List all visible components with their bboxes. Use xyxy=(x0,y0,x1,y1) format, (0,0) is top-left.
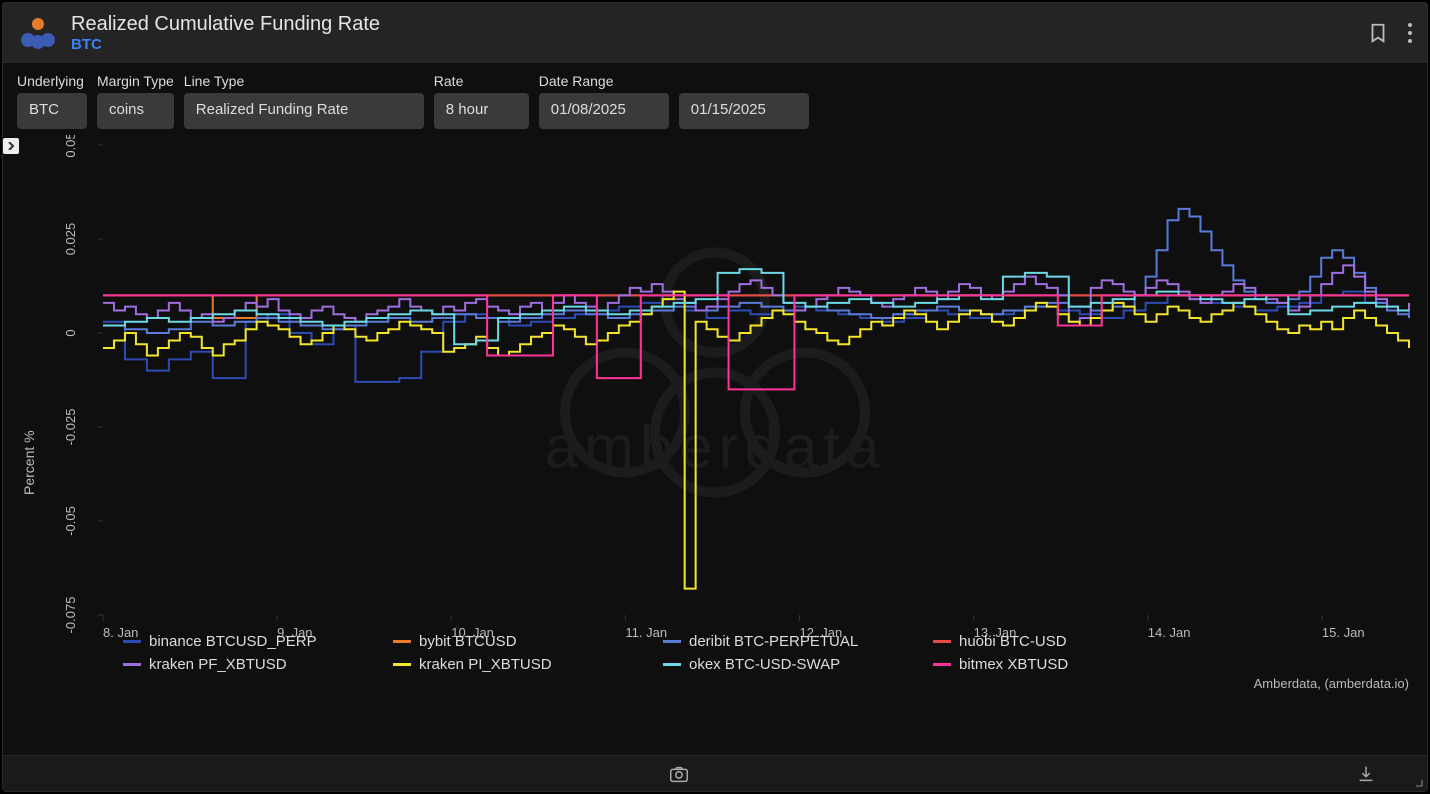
legend-item[interactable]: bybit BTCUSD xyxy=(393,633,653,650)
legend-swatch xyxy=(393,640,411,643)
legend-swatch xyxy=(123,663,141,666)
filter-bar: Underlying BTC Margin Type coins Line Ty… xyxy=(3,63,1427,135)
legend-label: bitmex XBTUSD xyxy=(959,656,1068,673)
legend-item[interactable]: kraken PF_XBTUSD xyxy=(123,656,383,673)
underlying-select[interactable]: BTC xyxy=(17,93,87,129)
panel-header: Realized Cumulative Funding Rate BTC xyxy=(3,3,1427,63)
legend-item[interactable]: deribit BTC-PERPETUAL xyxy=(663,633,923,650)
more-icon[interactable] xyxy=(1407,22,1413,44)
legend-item[interactable]: bitmex XBTUSD xyxy=(933,656,1193,673)
legend-swatch xyxy=(123,640,141,643)
legend-swatch xyxy=(933,663,951,666)
legend-swatch xyxy=(663,663,681,666)
legend-item[interactable]: huobi BTC-USD xyxy=(933,633,1193,650)
brand-logo-icon xyxy=(17,12,59,54)
chart-legend: binance BTCUSD_PERP bybit BTCUSD deribit B… xyxy=(123,633,1407,673)
chart-toolbar xyxy=(3,755,1427,791)
rate-select[interactable]: 8 hour xyxy=(434,93,529,129)
resize-handle-icon[interactable] xyxy=(1411,775,1423,787)
legend-item[interactable]: okex BTC-USD-SWAP xyxy=(663,656,923,673)
svg-text:-0.05: -0.05 xyxy=(63,506,78,536)
title-block: Realized Cumulative Funding Rate BTC xyxy=(71,13,380,53)
line-type-select[interactable]: Realized Funding Rate xyxy=(184,93,424,129)
camera-icon[interactable] xyxy=(668,763,690,785)
legend-label: kraken PF_XBTUSD xyxy=(149,656,287,673)
panel-title: Realized Cumulative Funding Rate xyxy=(71,13,380,36)
legend-item[interactable]: kraken PI_XBTUSD xyxy=(393,656,653,673)
date-to-input[interactable]: 01/15/2025 xyxy=(679,93,809,129)
legend-label: kraken PI_XBTUSD xyxy=(419,656,552,673)
legend-label: bybit BTCUSD xyxy=(419,633,517,650)
download-icon[interactable] xyxy=(1355,763,1377,785)
svg-text:0.05: 0.05 xyxy=(63,135,78,158)
legend-item[interactable]: binance BTCUSD_PERP xyxy=(123,633,383,650)
svg-text:0: 0 xyxy=(63,329,78,336)
filter-label-underlying: Underlying xyxy=(17,73,87,89)
legend-swatch xyxy=(393,663,411,666)
date-from-input[interactable]: 01/08/2025 xyxy=(539,93,669,129)
filter-label-rate: Rate xyxy=(434,73,529,89)
chart-panel: Realized Cumulative Funding Rate BTC Und… xyxy=(2,2,1428,792)
filter-label-date-range: Date Range xyxy=(539,73,809,89)
bookmark-icon[interactable] xyxy=(1367,22,1389,44)
svg-text:0.025: 0.025 xyxy=(63,223,78,256)
svg-text:-0.075: -0.075 xyxy=(63,597,78,634)
filter-label-line-type: Line Type xyxy=(184,73,424,89)
svg-text:-0.025: -0.025 xyxy=(63,409,78,446)
chart-area: amberdata -0.075-0.05-0.02500.0250.058. … xyxy=(3,135,1427,735)
legend-label: binance BTCUSD_PERP xyxy=(149,633,317,650)
attribution-text: Amberdata, (amberdata.io) xyxy=(1254,676,1409,691)
legend-label: deribit BTC-PERPETUAL xyxy=(689,633,858,650)
panel-subtitle: BTC xyxy=(71,36,380,53)
legend-label: okex BTC-USD-SWAP xyxy=(689,656,840,673)
legend-swatch xyxy=(663,640,681,643)
margin-type-select[interactable]: coins xyxy=(97,93,174,129)
filter-label-margin-type: Margin Type xyxy=(97,73,174,89)
legend-swatch xyxy=(933,640,951,643)
y-axis-label: Percent % xyxy=(21,430,37,495)
legend-label: huobi BTC-USD xyxy=(959,633,1067,650)
